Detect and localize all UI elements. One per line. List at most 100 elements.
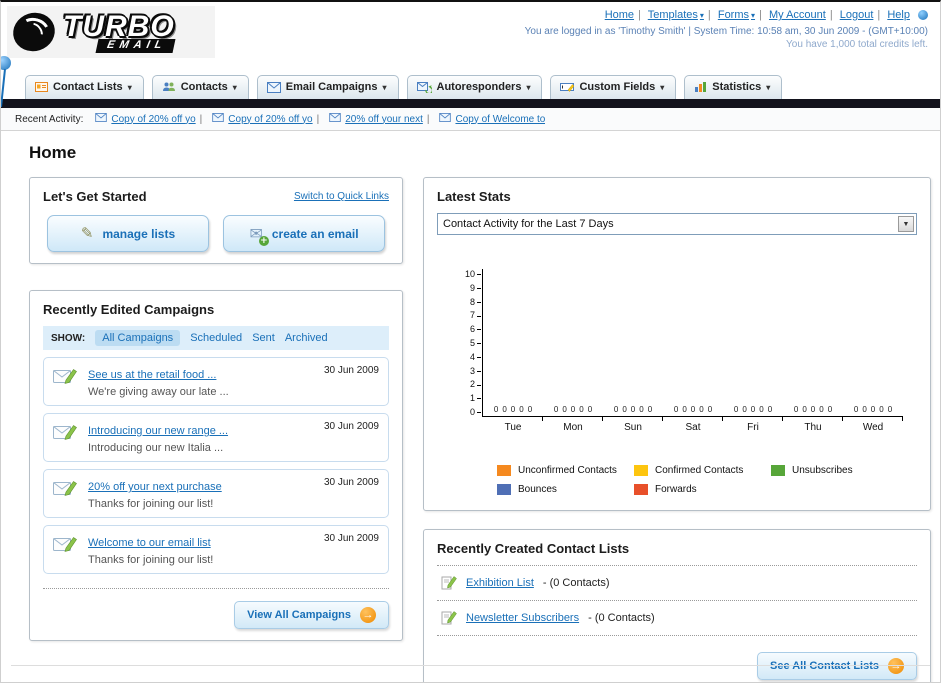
- tab-custom-fields[interactable]: Custom Fields ▾: [550, 75, 677, 99]
- arrow-right-icon: →: [360, 607, 376, 623]
- footer-divider: [11, 665, 930, 666]
- logo-email-text: EMAIL: [95, 38, 177, 53]
- separator: |: [316, 113, 320, 125]
- contact-list-link[interactable]: Exhibition List: [466, 577, 534, 589]
- chart-values: 00000: [614, 405, 652, 414]
- see-all-contact-lists-button[interactable]: See All Contact Lists →: [756, 652, 917, 680]
- chart-value-label: 0: [502, 405, 507, 414]
- recent-activity-item[interactable]: Copy of 20% off yo: [212, 113, 313, 125]
- top-link-help[interactable]: Help: [887, 9, 910, 21]
- contact-list-row[interactable]: Newsletter Subscribers - (0 Contacts): [437, 601, 917, 636]
- legend-item: Unsubscribes: [771, 465, 908, 476]
- chart-value-label: 0: [767, 405, 773, 414]
- stats-period-select[interactable]: Contact Activity for the Last 7 Days ▼: [437, 213, 917, 235]
- chart-values: 00000: [794, 405, 832, 414]
- chart-value-label: 0: [630, 405, 636, 414]
- campaign-date: 30 Jun 2009: [323, 533, 379, 544]
- chart-value-label: 0: [733, 405, 739, 414]
- separator: |: [759, 9, 762, 21]
- chevron-down-icon: ▾: [699, 11, 704, 20]
- button-label: See All Contact Lists: [769, 660, 879, 672]
- chart-value-label: 0: [622, 405, 627, 414]
- chart-value-label: 0: [613, 405, 619, 414]
- filter-archived[interactable]: Archived: [285, 332, 328, 344]
- separator: |: [707, 9, 711, 21]
- campaign-edit-icon: [53, 367, 78, 386]
- chart-day-group: 0 0 0 0 0 Tue: [483, 269, 544, 433]
- tab-contact-lists[interactable]: Contact Lists ▾: [25, 75, 144, 99]
- recent-activity-item[interactable]: Copy of 20% off yo: [95, 113, 196, 125]
- right-column: Latest Stats Contact Activity for the La…: [423, 177, 931, 682]
- help-bubble-icon[interactable]: [918, 10, 928, 21]
- contact-list-count: - (0 Contacts): [588, 612, 655, 624]
- y-tick-label: 4: [470, 352, 481, 362]
- filter-sent[interactable]: Sent: [252, 332, 275, 344]
- logo-swoosh-icon: [8, 7, 60, 57]
- logo-text: TURBO EMAIL: [63, 11, 177, 53]
- login-info: You are logged in as 'Timothy Smith' | S…: [524, 26, 928, 37]
- main-nav-tabs: Contact Lists ▾ Contacts ▾ Email Campaig…: [1, 64, 940, 99]
- chevron-down-icon: ▾: [526, 82, 531, 92]
- campaign-title-link[interactable]: 20% off your next purchase: [88, 481, 222, 493]
- contact-list-link[interactable]: Newsletter Subscribers: [466, 612, 579, 624]
- tab-statistics[interactable]: Statistics ▾: [684, 75, 783, 99]
- tab-contacts[interactable]: Contacts ▾: [151, 75, 249, 99]
- contact-list-row[interactable]: Exhibition List - (0 Contacts): [437, 566, 917, 601]
- app-logo: TURBO EMAIL: [7, 6, 215, 58]
- chart-value-label: 0: [819, 405, 824, 414]
- recent-activity-item[interactable]: 20% off your next: [329, 113, 423, 125]
- filter-scheduled[interactable]: Scheduled: [190, 332, 242, 344]
- chart-value-label: 0: [853, 405, 859, 414]
- left-column: Let's Get Started Switch to Quick Links …: [29, 177, 403, 641]
- y-tick-label: 10: [465, 269, 481, 279]
- top-link-logout[interactable]: Logout: [840, 9, 874, 21]
- campaign-title-link[interactable]: See us at the retail food ...: [88, 369, 216, 381]
- campaigns-footer: View All Campaigns →: [43, 588, 389, 629]
- link-label: Forms: [717, 9, 750, 21]
- chart-day-group: 0 0 0 0 0 Sat: [663, 269, 724, 433]
- tab-label: Email Campaigns: [285, 81, 378, 93]
- campaign-list-item[interactable]: 20% off your next purchase Thanks for jo…: [43, 469, 389, 518]
- legend-item: Forwards: [634, 484, 771, 495]
- recent-activity-link: Copy of Welcome to: [455, 113, 546, 125]
- x-tick-label: Wed: [862, 422, 884, 433]
- top-link-templates[interactable]: Templates ▾: [648, 9, 704, 21]
- chart-value-label: 0: [553, 405, 559, 414]
- switch-quick-links-link[interactable]: Switch to Quick Links: [294, 191, 389, 202]
- filter-all-campaigns[interactable]: All Campaigns: [95, 330, 181, 346]
- contact-lists-footer: See All Contact Lists →: [437, 652, 917, 680]
- chart-value-label: 0: [802, 405, 807, 414]
- campaign-list-item[interactable]: See us at the retail food ... We're givi…: [43, 357, 389, 406]
- recent-campaigns-title: Recently Edited Campaigns: [43, 302, 215, 317]
- recent-activity-link: Copy of 20% off yo: [228, 113, 313, 125]
- top-link-home[interactable]: Home: [605, 9, 634, 21]
- manage-lists-button[interactable]: ✎ manage lists: [47, 215, 209, 252]
- create-email-button[interactable]: ✉ + create an email: [223, 215, 385, 252]
- campaign-list-item[interactable]: Introducing our new range ... Introducin…: [43, 413, 389, 462]
- separator: |: [877, 9, 881, 21]
- tab-email-campaigns[interactable]: Email Campaigns ▾: [256, 75, 399, 99]
- top-link-forms[interactable]: Forms ▾: [718, 9, 755, 21]
- top-link-my-account[interactable]: My Account: [769, 9, 826, 21]
- campaign-title-link[interactable]: Welcome to our email list: [88, 537, 211, 549]
- campaign-title-link[interactable]: Introducing our new range ...: [88, 425, 228, 437]
- tab-autoresponders[interactable]: Autoresponders ▾: [406, 75, 543, 99]
- campaign-list-item[interactable]: Welcome to our email list Thanks for joi…: [43, 525, 389, 574]
- tab-label: Statistics: [712, 81, 762, 93]
- separator: |: [199, 113, 203, 125]
- campaign-subtitle: Introducing our new Italia ...: [88, 442, 224, 454]
- tab-label: Contacts: [180, 81, 228, 93]
- main-content: Home Let's Get Started Switch to Quick L…: [1, 131, 940, 682]
- contact-lists-icon: [35, 81, 48, 93]
- view-all-campaigns-button[interactable]: View All Campaigns →: [234, 601, 389, 629]
- campaign-date: 30 Jun 2009: [323, 365, 379, 376]
- recent-activity-link: 20% off your next: [345, 113, 423, 125]
- chart-value-label: 0: [887, 405, 893, 414]
- chart-value-label: 0: [742, 405, 747, 414]
- campaign-date: 30 Jun 2009: [323, 477, 379, 488]
- edit-list-icon: [441, 610, 457, 626]
- recent-activity-item[interactable]: Copy of Welcome to: [439, 113, 545, 125]
- legend-item: Bounces: [497, 484, 634, 495]
- legend-swatch: [497, 465, 511, 476]
- y-tick-label: 3: [470, 366, 481, 376]
